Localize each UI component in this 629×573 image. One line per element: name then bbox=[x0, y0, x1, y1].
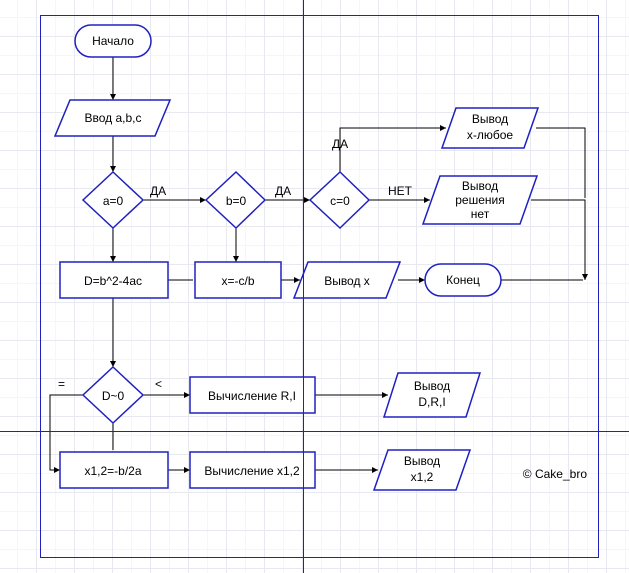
frame-vline bbox=[303, 0, 304, 573]
outer-frame bbox=[40, 15, 599, 558]
frame-hline bbox=[0, 431, 629, 432]
watermark: © Cake_bro bbox=[523, 467, 587, 481]
